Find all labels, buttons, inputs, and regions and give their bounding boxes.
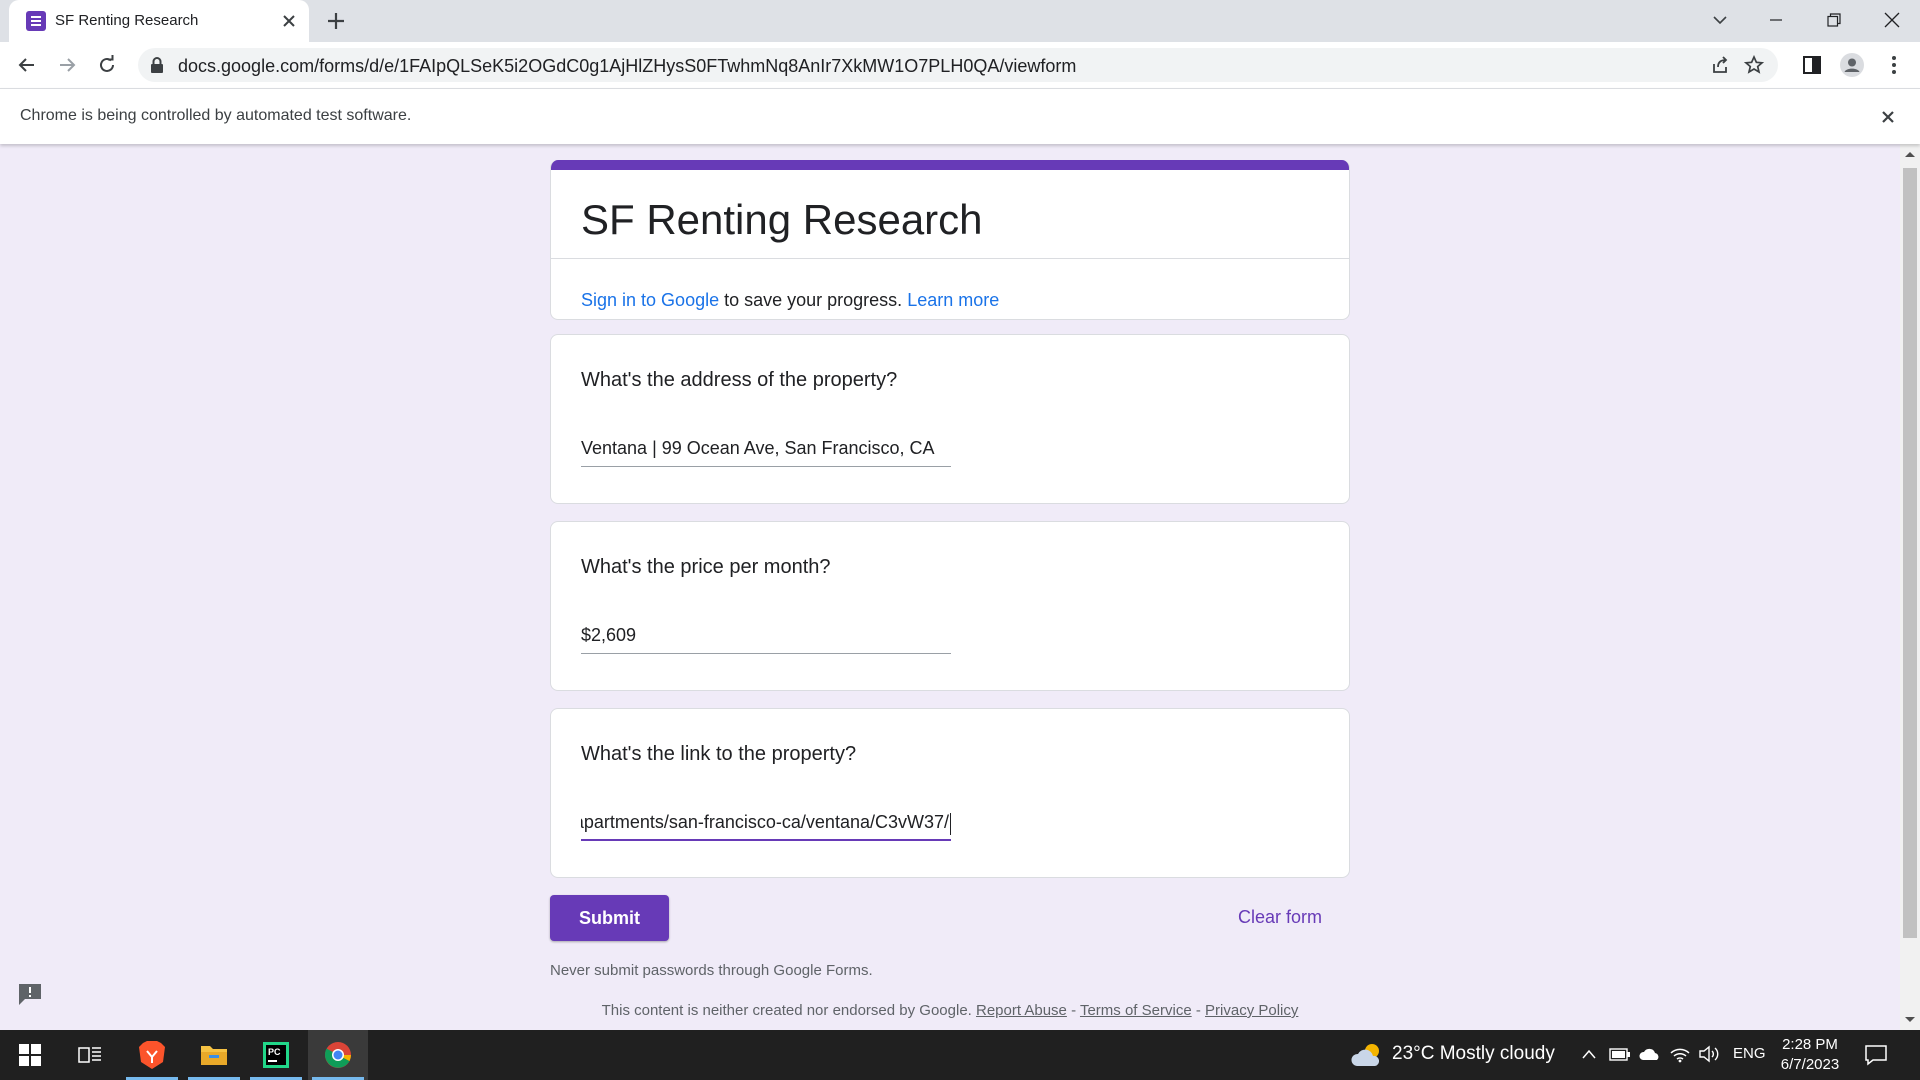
close-window-icon[interactable] <box>1864 0 1920 40</box>
chrome-icon[interactable] <box>308 1030 368 1080</box>
learn-more-link[interactable]: Learn more <box>907 290 999 310</box>
notifications-icon[interactable] <box>1864 1043 1888 1067</box>
google-forms-icon <box>26 11 46 31</box>
menu-kebab-icon[interactable] <box>1880 51 1908 79</box>
pycharm-icon[interactable]: PC <box>246 1030 306 1080</box>
svg-text:PC: PC <box>268 1047 281 1057</box>
battery-icon[interactable] <box>1609 1046 1631 1062</box>
scroll-down-icon[interactable] <box>1904 1016 1916 1024</box>
system-clock[interactable]: 2:28 PM 6/7/2023 <box>1770 1035 1850 1075</box>
question-card-address: What's the address of the property? Vent… <box>550 334 1350 504</box>
close-infobar-icon[interactable] <box>1878 107 1898 127</box>
bookmark-star-icon[interactable] <box>1742 53 1766 77</box>
clock-time: 2:28 PM <box>1782 1036 1838 1053</box>
forward-icon[interactable] <box>53 51 81 79</box>
task-view-icon[interactable] <box>60 1030 120 1080</box>
browser-tab[interactable]: SF Renting Research <box>9 0 309 42</box>
address-input-value: Ventana | 99 Ocean Ave, San Francisco, C… <box>581 438 935 458</box>
form-title: SF Renting Research <box>581 196 983 243</box>
close-tab-icon[interactable] <box>279 11 299 31</box>
onedrive-icon[interactable] <box>1639 1047 1661 1061</box>
question-card-price: What's the price per month? $2,609 <box>550 521 1350 691</box>
privacy-link[interactable]: Privacy Policy <box>1205 1002 1298 1019</box>
start-icon[interactable] <box>0 1030 60 1080</box>
link-input-value: apartments/san-francisco-ca/ventana/C3vW… <box>581 812 949 832</box>
url-text[interactable]: docs.google.com/forms/d/e/1FAIpQLSeK5i2O… <box>178 56 1076 77</box>
address-bar[interactable]: docs.google.com/forms/d/e/1FAIpQLSeK5i2O… <box>138 48 1778 82</box>
form-accent-bar <box>551 160 1349 170</box>
reload-icon[interactable] <box>93 51 121 79</box>
infobar-message: Chrome is being controlled by automated … <box>20 107 412 124</box>
tab-title: SF Renting Research <box>55 12 199 29</box>
show-hidden-icons-icon[interactable] <box>1581 1048 1597 1060</box>
feedback-icon[interactable] <box>16 980 44 1008</box>
tab-strip: SF Renting Research <box>0 0 1920 42</box>
form-header-card: SF Renting Research Sign in to Google to… <box>550 160 1350 320</box>
weather-text[interactable]: 23°C Mostly cloudy <box>1392 1043 1555 1065</box>
terms-link[interactable]: Terms of Service <box>1080 1002 1192 1019</box>
clock-date: 6/7/2023 <box>1780 1056 1840 1073</box>
form-page: SF Renting Research Sign in to Google to… <box>0 144 1900 1030</box>
address-input[interactable]: Ventana | 99 Ocean Ave, San Francisco, C… <box>581 433 951 467</box>
scroll-up-icon[interactable] <box>1904 150 1916 158</box>
signin-text: to save your progress. <box>719 290 908 310</box>
password-warning: Never submit passwords through Google Fo… <box>550 962 873 979</box>
form-footer: This content is neither created nor endo… <box>601 1002 1299 1019</box>
browser-toolbar: docs.google.com/forms/d/e/1FAIpQLSeK5i2O… <box>0 42 1920 88</box>
price-input[interactable]: $2,609 <box>581 620 951 654</box>
minimize-icon[interactable] <box>1748 0 1804 40</box>
text-caret <box>950 813 951 835</box>
back-icon[interactable] <box>13 51 41 79</box>
weather-cloudy-icon[interactable] <box>1350 1042 1384 1068</box>
profile-avatar-icon[interactable] <box>1838 51 1866 79</box>
side-panel-icon[interactable] <box>1798 51 1826 79</box>
share-icon[interactable] <box>1708 53 1732 77</box>
signin-link[interactable]: Sign in to Google <box>581 290 719 310</box>
question-label: What's the address of the property? <box>581 369 898 391</box>
volume-icon[interactable] <box>1698 1045 1720 1063</box>
new-tab-icon[interactable] <box>324 9 348 33</box>
link-input[interactable]: apartments/san-francisco-ca/ventana/C3vW… <box>581 807 951 841</box>
windows-taskbar: PC 23°C Mostly cloudy ENG 2:28 PM 6/7/20… <box>0 1030 1920 1080</box>
question-label: What's the price per month? <box>581 556 831 578</box>
signin-prompt: Sign in to Google to save your progress.… <box>581 290 999 311</box>
automation-infobar: Chrome is being controlled by automated … <box>0 88 1920 144</box>
question-card-link: What's the link to the property? apartme… <box>550 708 1350 878</box>
wifi-icon[interactable] <box>1670 1045 1690 1063</box>
header-divider <box>551 258 1349 259</box>
restore-icon[interactable] <box>1806 0 1862 40</box>
file-explorer-icon[interactable] <box>184 1030 244 1080</box>
footer-disclaimer: This content is neither created nor endo… <box>601 1002 972 1019</box>
question-label: What's the link to the property? <box>581 743 857 765</box>
clear-form-button[interactable]: Clear form <box>1238 907 1322 928</box>
lock-icon[interactable] <box>150 57 164 73</box>
report-abuse-link[interactable]: Report Abuse <box>976 1002 1067 1019</box>
price-input-value: $2,609 <box>581 625 637 645</box>
scrollbar-thumb[interactable] <box>1903 168 1917 938</box>
brave-icon[interactable] <box>122 1030 182 1080</box>
submit-button[interactable]: Submit <box>550 895 669 941</box>
page-scrollbar[interactable] <box>1900 144 1920 1030</box>
language-indicator[interactable]: ENG <box>1733 1045 1766 1062</box>
tab-search-icon[interactable] <box>1692 0 1748 40</box>
